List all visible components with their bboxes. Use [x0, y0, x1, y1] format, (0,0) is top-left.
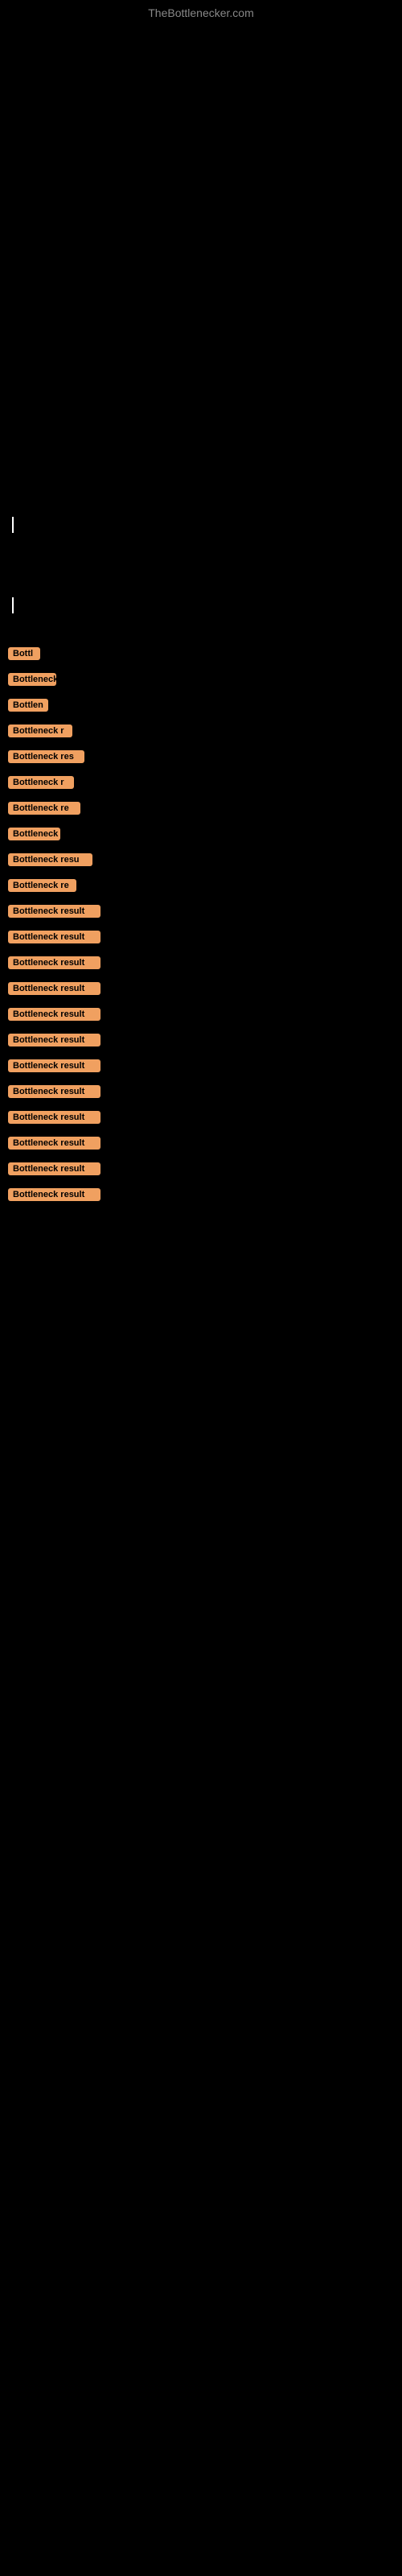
- bottleneck-badge-18[interactable]: Bottleneck result: [8, 1085, 100, 1098]
- bottleneck-badge-section-16: Bottleneck result: [8, 1032, 394, 1053]
- bottleneck-badge-6[interactable]: Bottleneck r: [8, 776, 74, 789]
- bottleneck-badge-12[interactable]: Bottleneck result: [8, 931, 100, 943]
- bottleneck-badge-section-11: Bottleneck result: [8, 903, 394, 924]
- bottleneck-badge-1[interactable]: Bottl: [8, 647, 40, 660]
- bottleneck-badge-section-9: Bottleneck resu: [8, 852, 394, 873]
- bottleneck-badge-section-21: Bottleneck result: [8, 1161, 394, 1182]
- bottleneck-badge-section-22: Bottleneck result: [8, 1187, 394, 1208]
- bottleneck-badge-section-1: Bottl: [8, 646, 394, 667]
- bottleneck-badge-5[interactable]: Bottleneck res: [8, 750, 84, 763]
- site-title: TheBottlenecker.com: [0, 0, 402, 26]
- bottleneck-badge-20[interactable]: Bottleneck result: [8, 1137, 100, 1150]
- badges-container: Bottl Bottleneck Bottlen Bottleneck r Bottle…: [8, 646, 394, 1208]
- bottleneck-badge-13[interactable]: Bottleneck result: [8, 956, 100, 969]
- bottleneck-badge-section-4: Bottleneck r: [8, 723, 394, 744]
- bottleneck-badge-section-19: Bottleneck result: [8, 1109, 394, 1130]
- bottleneck-badge-section-14: Bottleneck result: [8, 980, 394, 1001]
- cursor-line-1: [12, 517, 14, 533]
- bottleneck-badge-4[interactable]: Bottleneck r: [8, 724, 72, 737]
- bottleneck-badge-section-2: Bottleneck: [8, 671, 394, 692]
- bottleneck-badge-9[interactable]: Bottleneck resu: [8, 853, 92, 866]
- bottleneck-badge-14[interactable]: Bottleneck result: [8, 982, 100, 995]
- bottleneck-badge-15[interactable]: Bottleneck result: [8, 1008, 100, 1021]
- bottleneck-badge-section-12: Bottleneck result: [8, 929, 394, 950]
- bottleneck-badge-19[interactable]: Bottleneck result: [8, 1111, 100, 1124]
- bottleneck-badge-10[interactable]: Bottleneck re: [8, 879, 76, 892]
- bottleneck-badge-section-10: Bottleneck re: [8, 877, 394, 898]
- bottleneck-badge-22[interactable]: Bottleneck result: [8, 1188, 100, 1201]
- bottleneck-badge-16[interactable]: Bottleneck result: [8, 1034, 100, 1046]
- main-content: Bottl Bottleneck Bottlen Bottleneck r Bottle…: [0, 26, 402, 1208]
- cursor-line-2: [12, 597, 14, 613]
- bottleneck-badge-17[interactable]: Bottleneck result: [8, 1059, 100, 1072]
- bottleneck-badge-section-20: Bottleneck result: [8, 1135, 394, 1156]
- bottleneck-badge-7[interactable]: Bottleneck re: [8, 802, 80, 815]
- bottleneck-badge-section-3: Bottlen: [8, 697, 394, 718]
- bottleneck-badge-21[interactable]: Bottleneck result: [8, 1162, 100, 1175]
- bottleneck-badge-3[interactable]: Bottlen: [8, 699, 48, 712]
- bottleneck-badge-section-17: Bottleneck result: [8, 1058, 394, 1079]
- bottleneck-badge-11[interactable]: Bottleneck result: [8, 905, 100, 918]
- bottleneck-badge-section-13: Bottleneck result: [8, 955, 394, 976]
- bottleneck-badge-section-6: Bottleneck r: [8, 774, 394, 795]
- bottleneck-badge-section-8: Bottleneck: [8, 826, 394, 847]
- bottleneck-badge-2[interactable]: Bottleneck: [8, 673, 56, 686]
- bottleneck-badge-section-15: Bottleneck result: [8, 1006, 394, 1027]
- bottleneck-badge-section-18: Bottleneck result: [8, 1084, 394, 1104]
- bottleneck-badge-section-7: Bottleneck re: [8, 800, 394, 821]
- bottleneck-badge-8[interactable]: Bottleneck: [8, 828, 60, 840]
- bottleneck-badge-section-5: Bottleneck res: [8, 749, 394, 770]
